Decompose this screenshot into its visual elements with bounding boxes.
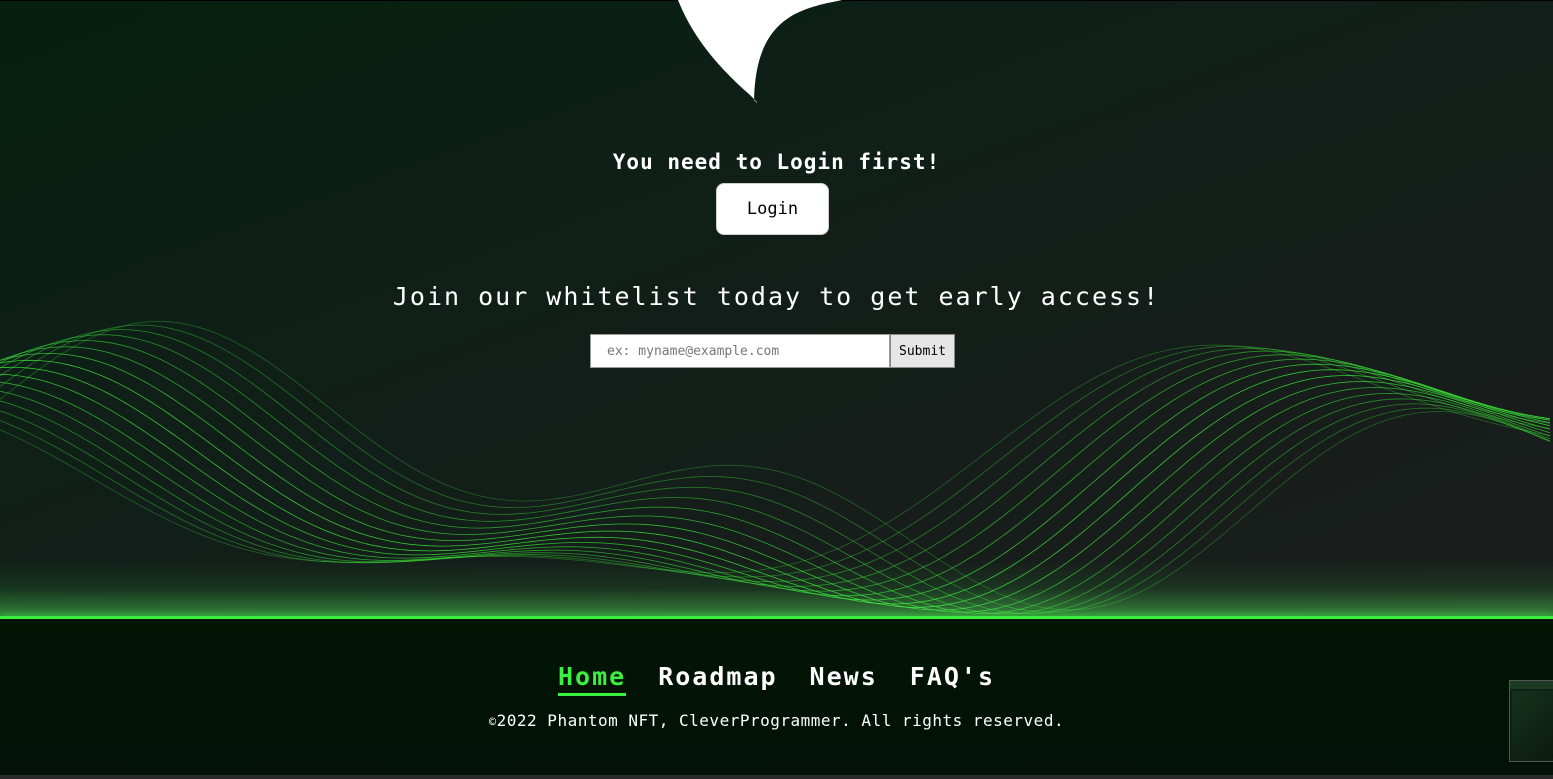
hero-section: You need to Login first! Login Join our … [0, 0, 1553, 617]
preview-thumbnail-image [1512, 691, 1553, 759]
nav-item-news[interactable]: News [810, 662, 878, 696]
bottom-edge [0, 775, 1553, 779]
copyright-notice: ©2022 Phantom NFT, CleverProgrammer. All… [0, 711, 1553, 730]
email-input[interactable] [590, 334, 890, 368]
copyright-text: 2022 Phantom NFT, CleverProgrammer. All … [496, 711, 1065, 730]
copyright-symbol: © [488, 715, 497, 729]
footer [0, 619, 1553, 779]
preview-thumbnail[interactable] [1509, 680, 1553, 762]
nav-item-faqs[interactable]: FAQ's [910, 662, 995, 696]
login-button[interactable]: Login [716, 183, 829, 235]
nav-item-home[interactable]: Home [557, 662, 627, 696]
login-required-message: You need to Login first! [612, 150, 941, 174]
phantom-ghost-logo-icon [678, 0, 842, 104]
bottom-glow [0, 560, 1553, 617]
wave-line [0, 345, 1551, 578]
submit-button[interactable]: Submit [890, 334, 955, 368]
whitelist-heading: Join our whitelist today to get early ac… [392, 282, 1161, 311]
nav-item-roadmap[interactable]: Roadmap [658, 662, 777, 696]
wave-line [0, 344, 1551, 573]
wave-line [0, 354, 1551, 592]
footer-nav: Home Roadmap News FAQ's [0, 662, 1553, 696]
preview-thumbnail-bar [1510, 681, 1553, 689]
